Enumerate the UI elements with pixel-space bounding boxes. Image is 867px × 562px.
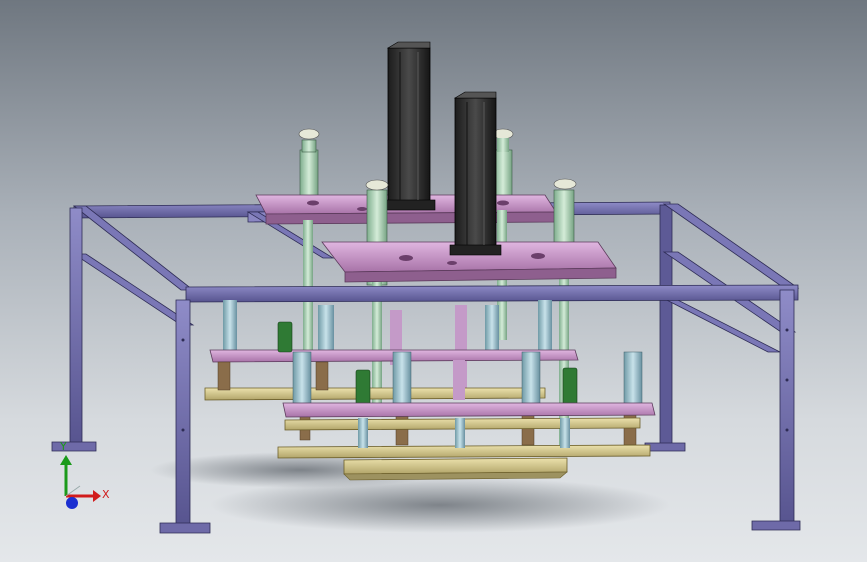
triad-y-label: Y: [60, 440, 67, 453]
pneumatic-cylinder-left[interactable]: [382, 41, 436, 211]
triad-z-axis: [66, 497, 78, 509]
cad-viewport[interactable]: X Y: [0, 0, 867, 562]
frame-left[interactable]: [51, 205, 195, 452]
machine-assembly-model[interactable]: [0, 0, 867, 562]
coordinate-triad[interactable]: [60, 455, 101, 509]
base-fixture[interactable]: [343, 457, 568, 481]
lower-plate[interactable]: [277, 402, 656, 459]
frame-right[interactable]: [654, 203, 800, 353]
pneumatic-cylinder-right[interactable]: [449, 91, 502, 256]
triad-x-label: X: [102, 488, 110, 501]
